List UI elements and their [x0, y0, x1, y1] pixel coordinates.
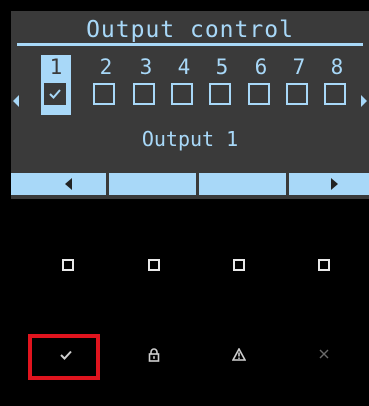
- scroll-right-arrow-icon[interactable]: [361, 95, 367, 107]
- softkey-2[interactable]: [108, 259, 200, 273]
- selected-output-label: Output 1: [141, 127, 239, 151]
- softkey-4[interactable]: [278, 259, 369, 273]
- output-8[interactable]: 8: [321, 55, 353, 115]
- softkey-bar: [11, 173, 369, 195]
- square-icon: [318, 259, 330, 271]
- output-checkbox[interactable]: [248, 83, 270, 105]
- page-title: Output control: [86, 17, 294, 43]
- output-4[interactable]: 4: [168, 55, 200, 115]
- right-arrow-icon: [331, 178, 338, 190]
- lcd-screen: Output control 1 2 3 4 5 6 7 8 Output 1: [11, 11, 369, 199]
- softkey-segment-4[interactable]: [289, 173, 369, 195]
- square-icon: [62, 259, 74, 271]
- output-checkbox[interactable]: [171, 83, 193, 105]
- output-checkbox[interactable]: [44, 83, 66, 105]
- square-icon: [148, 259, 160, 271]
- output-6[interactable]: 6: [245, 55, 277, 115]
- output-number: 5: [215, 55, 229, 79]
- softkey-segment-2[interactable]: [109, 173, 196, 195]
- output-checkbox[interactable]: [324, 83, 346, 105]
- square-icon: [233, 259, 245, 271]
- output-checkbox[interactable]: [133, 83, 155, 105]
- checkmark-icon: [49, 89, 61, 99]
- output-5[interactable]: 5: [206, 55, 238, 115]
- output-2[interactable]: 2: [90, 55, 122, 115]
- softkey-1[interactable]: [22, 259, 114, 273]
- title-bar: Output control: [11, 11, 369, 51]
- softkey-segment-1[interactable]: [11, 173, 106, 195]
- output-7[interactable]: 7: [283, 55, 315, 115]
- output-number: 8: [330, 55, 344, 79]
- output-number: 4: [177, 55, 191, 79]
- output-3[interactable]: 3: [130, 55, 162, 115]
- warning-icon: [232, 348, 246, 361]
- output-number: 6: [254, 55, 268, 79]
- softkey-3[interactable]: [193, 259, 285, 273]
- output-1[interactable]: 1: [41, 55, 71, 115]
- cancel-button[interactable]: [278, 348, 369, 368]
- lock-button[interactable]: [108, 348, 200, 368]
- close-icon: [319, 349, 329, 359]
- output-number: 3: [139, 55, 153, 79]
- softkey-segment-3[interactable]: [199, 173, 286, 195]
- output-number: 7: [292, 55, 306, 79]
- title-underline: [17, 43, 363, 46]
- confirm-button-highlight: [28, 334, 100, 380]
- lock-icon: [148, 348, 160, 362]
- warning-button[interactable]: [193, 348, 285, 368]
- output-checkbox[interactable]: [286, 83, 308, 105]
- output-checkbox[interactable]: [93, 83, 115, 105]
- scroll-left-arrow-icon[interactable]: [13, 95, 19, 107]
- output-number: 2: [99, 55, 113, 79]
- output-checkbox[interactable]: [209, 83, 231, 105]
- output-number: 1: [49, 55, 63, 79]
- left-arrow-icon: [65, 178, 72, 190]
